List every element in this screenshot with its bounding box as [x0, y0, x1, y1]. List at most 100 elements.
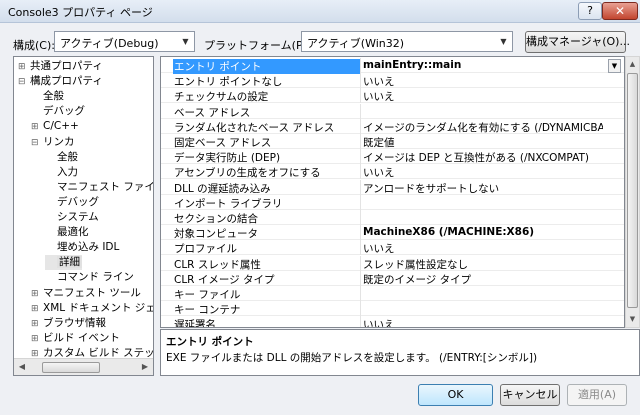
property-value[interactable]: いいえ — [363, 317, 603, 327]
expand-icon[interactable]: ⊞ — [31, 120, 43, 135]
property-row[interactable]: インポート ライブラリ — [161, 194, 624, 210]
tree-item[interactable]: ⊞ 共通プロパティ — [18, 59, 103, 74]
property-row[interactable]: 固定ベース アドレス 既定値 — [161, 134, 624, 149]
property-row[interactable]: チェックサムの設定 いいえ — [161, 88, 624, 104]
tree-item-label: C/C++ — [43, 120, 79, 133]
expand-icon[interactable]: ⊞ — [18, 60, 30, 75]
property-row[interactable]: 遅延署名 いいえ — [161, 316, 624, 327]
property-grid[interactable]: エントリ ポイント mainEntry::main ▼ エントリ ポイントなし いいえチ… — [160, 56, 625, 328]
collapse-icon[interactable]: ⊟ — [31, 136, 43, 151]
property-pages-window: Console3 プロパティ ページ ? ✕ 構成(C): アクティブ(Debu… — [0, 0, 640, 415]
tree-item[interactable]: マニフェスト ファイル — [45, 180, 153, 195]
tree-item-label: 全般 — [43, 90, 64, 103]
tree-item[interactable]: 入力 — [45, 165, 78, 180]
configuration-value: アクティブ(Debug) — [60, 37, 159, 50]
tree-item[interactable]: ⊞ C/C++ — [31, 119, 79, 134]
expand-icon[interactable]: ⊞ — [31, 302, 43, 317]
property-row[interactable]: キー コンテナ — [161, 301, 624, 317]
description-panel: エントリ ポイント EXE ファイルまたは DLL の開始アドレスを設定します。… — [160, 329, 640, 376]
tree-item[interactable]: 全般 — [31, 89, 64, 104]
tree-item[interactable]: ⊞ ビルド イベント — [31, 331, 120, 346]
tree-item[interactable]: 最適化 — [45, 225, 89, 240]
property-value[interactable]: いいえ — [363, 89, 603, 104]
column-divider — [360, 88, 361, 104]
property-value[interactable]: mainEntry::main — [363, 59, 603, 71]
property-value[interactable]: 既定値 — [363, 135, 603, 150]
configuration-label: 構成(C): — [13, 39, 55, 52]
category-tree[interactable]: ⊞ 共通プロパティ ⊟ 構成プロパティ 全般 デバッグ ⊞ C/C++ ⊟ リンカ 全般 入力 マニフェ… — [13, 56, 154, 376]
property-value[interactable]: MachineX86 (/MACHINE:X86) — [363, 226, 603, 238]
property-value[interactable]: イメージのランダム化を有効にする (/DYNAMICBASE) — [363, 120, 603, 135]
ok-button[interactable]: OK — [418, 384, 493, 406]
scroll-left-icon[interactable]: ◀ — [14, 359, 30, 375]
property-row[interactable]: アセンブリの生成をオフにする いいえ — [161, 164, 624, 180]
tree-item[interactable]: ⊞ マニフェスト ツール — [31, 286, 141, 301]
collapse-icon[interactable]: ⊟ — [18, 75, 30, 90]
tree-item-label: ブラウザ情報 — [43, 316, 106, 329]
property-row[interactable]: キー ファイル — [161, 286, 624, 301]
tree-item[interactable]: システム — [45, 210, 99, 225]
tree-item-label: デバッグ — [43, 105, 85, 118]
close-button[interactable]: ✕ — [602, 2, 638, 20]
description-text: EXE ファイルまたは DLL の開始アドレスを設定します。 (/ENTRY:[… — [166, 352, 538, 364]
tree-item[interactable]: ⊟ 構成プロパティ — [18, 74, 103, 89]
property-value[interactable]: いいえ — [363, 165, 603, 180]
platform-value: アクティブ(Win32) — [307, 37, 405, 50]
scroll-up-icon[interactable]: ▲ — [626, 57, 639, 72]
expand-icon[interactable]: ⊞ — [31, 287, 43, 302]
expand-icon[interactable]: ⊞ — [31, 332, 43, 347]
tree-item[interactable]: コマンド ライン — [45, 270, 134, 285]
title-bar[interactable]: Console3 プロパティ ページ ? ✕ — [0, 0, 640, 23]
property-row[interactable]: エントリ ポイントなし いいえ — [161, 73, 624, 89]
tree-item[interactable]: デバッグ — [31, 104, 85, 119]
property-row[interactable]: エントリ ポイント mainEntry::main ▼ — [161, 58, 624, 74]
property-value[interactable]: アンロードをサポートしない — [363, 181, 603, 196]
property-row[interactable]: データ実行防止 (DEP) イメージは DEP と互換性がある (/NXCOMPA… — [161, 149, 624, 165]
tree-item[interactable]: デバッグ — [45, 195, 99, 210]
tree-item[interactable]: ⊟ リンカ — [31, 135, 75, 150]
scroll-right-icon[interactable]: ▶ — [137, 359, 153, 375]
help-button[interactable]: ? — [578, 2, 602, 20]
apply-button[interactable]: 適用(A) — [567, 384, 627, 406]
property-row[interactable]: DLL の遅延読み込み アンロードをサポートしない — [161, 179, 624, 196]
property-row[interactable]: プロファイル いいえ — [161, 240, 624, 256]
column-divider — [360, 179, 361, 195]
tree-item-label: 全般 — [57, 150, 78, 163]
chevron-down-icon[interactable]: ▼ — [608, 59, 621, 73]
property-value[interactable]: スレッド属性設定なし — [363, 257, 603, 272]
tree-item[interactable]: 埋め込み IDL — [45, 240, 119, 255]
platform-combo[interactable]: アクティブ(Win32) ▼ — [301, 31, 513, 52]
tree-item-label: 構成プロパティ — [30, 75, 103, 88]
property-value[interactable]: イメージは DEP と互換性がある (/NXCOMPAT) — [363, 150, 603, 165]
cancel-button[interactable]: キャンセル — [500, 384, 560, 406]
property-row[interactable]: 対象コンピュータ MachineX86 (/MACHINE:X86) — [161, 225, 624, 241]
property-row[interactable]: CLR スレッド属性 スレッド属性設定なし — [161, 255, 624, 272]
property-row[interactable]: ランダム化されたベース アドレス イメージのランダム化を有効にする (/DYNAM… — [161, 118, 624, 135]
scroll-thumb[interactable] — [627, 73, 638, 308]
property-grid-scrollbar[interactable]: ▲ ▼ — [625, 56, 640, 328]
tree-item[interactable]: 詳細 — [45, 255, 82, 271]
expand-icon[interactable]: ⊞ — [31, 317, 43, 332]
property-name: キー コンテナ — [174, 304, 241, 317]
property-name: 固定ベース アドレス — [174, 137, 272, 149]
config-manager-button[interactable]: 構成マネージャ(O)... — [525, 31, 630, 53]
tree-item-label: 詳細 — [57, 256, 82, 269]
tree-item-label: コマンド ライン — [57, 271, 134, 284]
configuration-combo[interactable]: アクティブ(Debug) ▼ — [54, 31, 195, 52]
tree-item[interactable]: ⊞ ブラウザ情報 — [31, 316, 106, 331]
chevron-down-icon: ▼ — [500, 37, 507, 46]
scroll-down-icon[interactable]: ▼ — [626, 312, 639, 327]
scroll-thumb[interactable] — [42, 362, 100, 373]
property-name: プロファイル — [174, 243, 237, 256]
property-row[interactable]: ベース アドレス — [161, 103, 624, 119]
column-divider — [360, 73, 361, 89]
property-name: アセンブリの生成をオフにする — [174, 167, 321, 180]
property-value[interactable]: いいえ — [363, 241, 603, 256]
property-row[interactable]: セクションの結合 — [161, 210, 624, 225]
property-value[interactable]: 既定のイメージ タイプ — [363, 272, 603, 287]
tree-item[interactable]: ⊞ XML ドキュメント ジェネ — [31, 301, 153, 317]
tree-horizontal-scrollbar[interactable]: ◀ ▶ — [14, 358, 153, 375]
property-value[interactable]: いいえ — [363, 74, 603, 89]
tree-item[interactable]: 全般 — [45, 150, 78, 165]
property-row[interactable]: CLR イメージ タイプ 既定のイメージ タイプ — [161, 270, 624, 287]
